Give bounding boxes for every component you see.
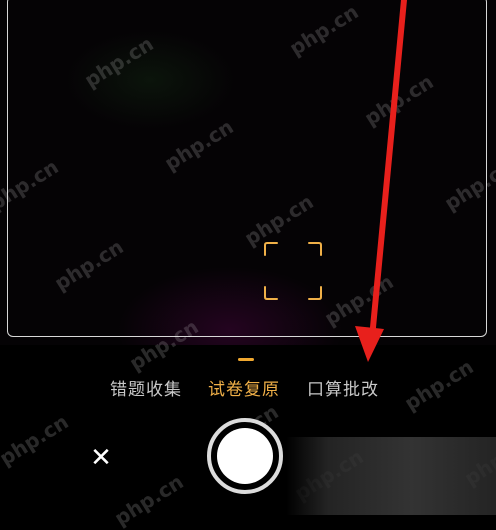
- gallery-thumbnail[interactable]: [286, 437, 496, 515]
- active-mode-indicator: [238, 358, 254, 361]
- shutter-button[interactable]: [207, 418, 283, 494]
- shutter-inner: [217, 428, 273, 484]
- tab-paper-restore[interactable]: 试卷复原: [208, 376, 280, 404]
- mode-tabs: 错题收集 试卷复原 口算批改: [0, 376, 496, 404]
- tab-mistake-collection[interactable]: 错题收集: [110, 376, 182, 404]
- close-icon: ✕: [90, 443, 112, 473]
- close-button[interactable]: ✕: [88, 445, 114, 471]
- tab-mental-math-grading[interactable]: 口算批改: [307, 376, 379, 404]
